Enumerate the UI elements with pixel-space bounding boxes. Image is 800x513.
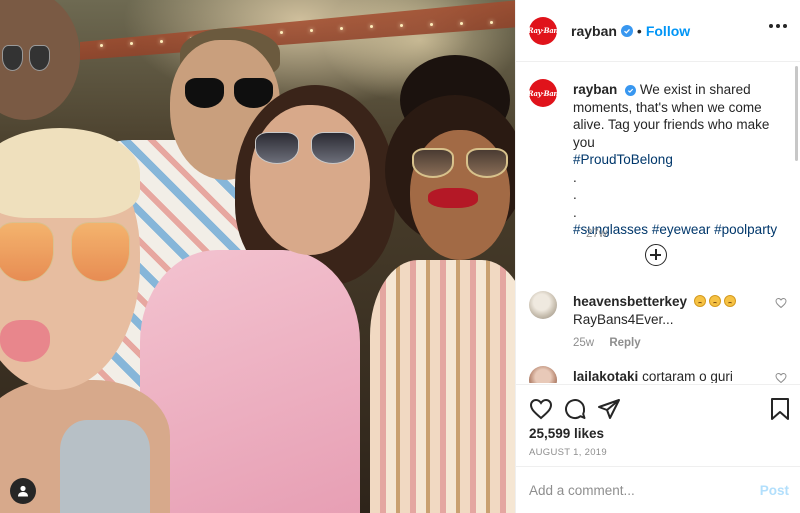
sunglasses xyxy=(185,78,273,108)
striped-shirt xyxy=(370,260,515,513)
post-sidebar: Ray·Ban rayban • Follow Ray·Ban rayban W… xyxy=(515,0,800,513)
caption-dot: . xyxy=(573,187,577,202)
comment-text: heavensbetterkey RayBans4Ever... xyxy=(573,293,763,328)
tongue xyxy=(0,320,50,362)
comment-icon[interactable] xyxy=(563,397,587,421)
caption-dot: . xyxy=(573,169,577,185)
comment-input[interactable] xyxy=(529,479,749,501)
emoji-icon xyxy=(708,295,721,307)
post-header: Ray·Ban rayban • Follow xyxy=(516,0,800,62)
user-tag-button[interactable] xyxy=(10,478,36,504)
likes-count[interactable]: 25,599 likes xyxy=(529,426,604,441)
sunglasses xyxy=(0,222,130,282)
share-icon[interactable] xyxy=(597,397,621,421)
comment-username[interactable]: lailakotaki xyxy=(573,369,638,383)
like-comment-heart-icon[interactable] xyxy=(775,297,787,309)
verified-badge-icon xyxy=(620,24,633,37)
commenter-avatar[interactable] xyxy=(529,291,557,319)
person-woman-center xyxy=(250,105,370,255)
smile xyxy=(428,188,478,208)
plus-circle-icon[interactable] xyxy=(645,244,667,266)
verified-badge-icon xyxy=(625,85,637,96)
sunglasses xyxy=(255,132,355,164)
tank-top xyxy=(60,420,150,513)
post-actions: 25,599 likes August 1, 2019 xyxy=(516,384,800,464)
caption-timestamp[interactable]: 27w xyxy=(586,228,607,240)
emoji-icon xyxy=(693,295,706,307)
post-comment-button[interactable]: Post xyxy=(760,483,789,498)
hashtag-link[interactable]: #poolparty xyxy=(714,222,777,237)
hashtag-link[interactable]: #sunglasses xyxy=(573,222,648,237)
comment-timestamp[interactable]: 25w xyxy=(573,337,594,349)
pink-shirt xyxy=(140,250,360,513)
bookmark-icon[interactable] xyxy=(768,397,792,421)
sunglasses xyxy=(412,148,508,178)
string-lights xyxy=(100,20,500,50)
comment-meta: 25w Reply xyxy=(573,337,641,349)
header-separator: • xyxy=(636,22,642,39)
scrollbar[interactable] xyxy=(795,66,798,161)
sunglasses xyxy=(2,45,50,71)
more-options-icon[interactable] xyxy=(769,24,787,28)
heart-icon[interactable] xyxy=(529,397,553,421)
header-username[interactable]: rayban xyxy=(571,23,617,39)
emoji-icon xyxy=(723,295,736,307)
caption-dot: . xyxy=(573,204,577,220)
caption-avatar[interactable]: Ray·Ban xyxy=(528,79,559,107)
caption-username[interactable]: rayban xyxy=(573,82,617,97)
comment-body: RayBans4Ever... xyxy=(573,311,674,327)
post-date[interactable]: August 1, 2019 xyxy=(529,447,607,458)
hashtag-link[interactable]: #eyewear xyxy=(652,222,711,237)
rayban-logo-avatar[interactable]: Ray·Ban xyxy=(527,16,559,45)
add-comment-bar: Post xyxy=(516,466,800,513)
user-tag-icon xyxy=(18,485,28,497)
comment-username[interactable]: heavensbetterkey xyxy=(573,294,687,309)
follow-button[interactable]: Follow xyxy=(646,23,690,39)
logo-text: Ray·Ban xyxy=(527,26,559,35)
reply-button[interactable]: Reply xyxy=(609,337,640,349)
caption-text: rayban We exist in shared moments, that'… xyxy=(573,81,778,239)
like-comment-heart-icon[interactable] xyxy=(775,372,787,383)
hashtag-link[interactable]: #ProudToBelong xyxy=(573,152,673,167)
comments-section[interactable]: Ray·Ban rayban We exist in shared moment… xyxy=(516,63,800,383)
comment-text: lailakotaki cortaram o guri mais xyxy=(573,368,763,383)
commenter-avatar[interactable] xyxy=(529,366,557,383)
post-photo[interactable] xyxy=(0,0,515,513)
